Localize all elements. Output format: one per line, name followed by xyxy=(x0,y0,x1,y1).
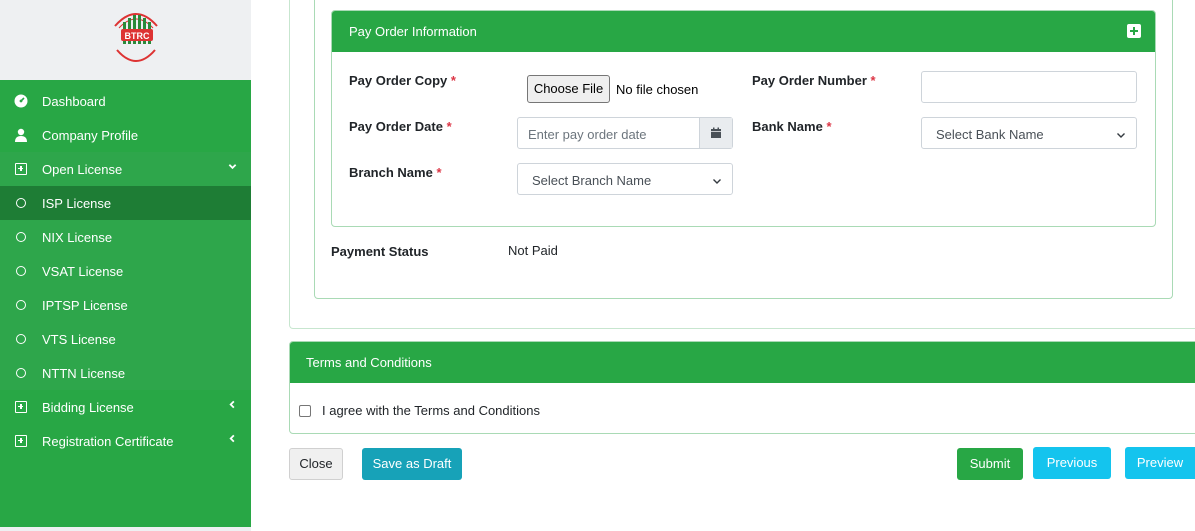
no-file-chosen-text: No file chosen xyxy=(616,82,699,97)
label-text: Pay Order Copy xyxy=(349,73,448,88)
circle-icon xyxy=(14,298,28,312)
sidebar-item-bidding-license[interactable]: Bidding License xyxy=(0,390,251,424)
sidebar-item-label: IPTSP License xyxy=(42,297,128,313)
dashboard-icon xyxy=(14,94,28,108)
preview-button[interactable]: Preview xyxy=(1125,447,1195,479)
sidebar-item-label: Company Profile xyxy=(42,127,139,143)
date-placeholder: Enter pay order date xyxy=(528,127,647,142)
pay-order-number-label: Pay Order Number * xyxy=(752,73,876,88)
label-text: Bank Name xyxy=(752,119,823,134)
plus-square-icon xyxy=(14,162,28,176)
sidebar-item-label: VSAT License xyxy=(42,263,124,279)
pay-order-header: Pay Order Information xyxy=(332,11,1155,52)
sidebar-item-label: VTS License xyxy=(42,331,116,347)
sidebar-item-label: Open License xyxy=(42,161,123,177)
label-text: Pay Order Date xyxy=(349,119,443,134)
submit-button[interactable]: Submit xyxy=(957,448,1023,480)
required-mark: * xyxy=(446,119,452,134)
plus-square-icon xyxy=(14,434,28,448)
circle-icon xyxy=(14,332,28,346)
circle-icon xyxy=(14,196,28,210)
circle-icon xyxy=(14,264,28,278)
chevron-down-icon xyxy=(712,174,722,189)
chevron-left-icon xyxy=(228,434,237,446)
sidebar-item-registration-certificate[interactable]: Registration Certificate xyxy=(0,424,251,458)
sidebar-item-label: NTTN License xyxy=(42,365,126,381)
sidebar-item-dashboard[interactable]: Dashboard xyxy=(0,84,251,118)
sidebar-item-iptsp-license[interactable]: IPTSP License xyxy=(0,288,251,322)
close-button[interactable]: Close xyxy=(289,448,343,480)
terms-header: Terms and Conditions xyxy=(290,342,1195,383)
pay-order-copy-label: Pay Order Copy * xyxy=(349,73,456,88)
sidebar-item-label: Dashboard xyxy=(42,93,106,109)
btrc-logo[interactable]: BTRC xyxy=(109,6,163,68)
circle-icon xyxy=(14,230,28,244)
pay-order-date-label: Pay Order Date * xyxy=(349,119,452,134)
circle-icon xyxy=(14,366,28,380)
plus-square-icon xyxy=(14,400,28,414)
save-as-draft-button[interactable]: Save as Draft xyxy=(362,448,462,480)
required-mark: * xyxy=(826,119,832,134)
payment-status-value: Not Paid xyxy=(508,243,558,258)
sidebar-item-vsat-license[interactable]: VSAT License xyxy=(0,254,251,288)
agree-text: I agree with the Terms and Conditions xyxy=(322,403,540,418)
payment-status-label: Payment Status xyxy=(331,244,429,259)
choose-file-button[interactable]: Choose File xyxy=(527,75,610,103)
bank-name-label: Bank Name * xyxy=(752,119,832,134)
sidebar-item-nix-license[interactable]: NIX License xyxy=(0,220,251,254)
required-mark: * xyxy=(436,165,442,180)
required-mark: * xyxy=(450,73,456,88)
sidebar-item-isp-license[interactable]: ISP License xyxy=(0,186,251,220)
previous-button[interactable]: Previous xyxy=(1033,447,1111,479)
pay-order-title: Pay Order Information xyxy=(349,24,477,39)
label-text: Pay Order Number xyxy=(752,73,867,88)
bank-name-select[interactable]: Select Bank Name xyxy=(921,117,1137,149)
chevron-down-icon xyxy=(1116,128,1126,143)
branch-name-value: Select Branch Name xyxy=(532,173,652,188)
logo-text: BTRC xyxy=(125,31,150,41)
sidebar-item-label: Bidding License xyxy=(42,399,134,415)
pay-order-number-input[interactable] xyxy=(921,71,1137,103)
label-text: Branch Name xyxy=(349,165,433,180)
chevron-left-icon xyxy=(228,400,237,412)
user-icon xyxy=(14,128,28,142)
sidebar-item-vts-license[interactable]: VTS License xyxy=(0,322,251,356)
plus-square-icon[interactable] xyxy=(1127,24,1141,38)
bank-name-value: Select Bank Name xyxy=(936,127,1044,142)
pay-order-date-input[interactable]: Enter pay order date xyxy=(517,117,733,149)
branch-name-label: Branch Name * xyxy=(349,165,442,180)
sidebar-item-label: NIX License xyxy=(42,229,113,245)
sidebar-item-label: Registration Certificate xyxy=(42,433,174,449)
logo-area: BTRC xyxy=(0,0,251,80)
sidebar-item-nttn-license[interactable]: NTTN License xyxy=(0,356,251,390)
sidebar-bottom-strip xyxy=(0,527,251,531)
chevron-down-icon xyxy=(228,162,237,174)
branch-name-select[interactable]: Select Branch Name xyxy=(517,163,733,195)
calendar-icon[interactable] xyxy=(699,118,732,148)
sidebar-item-label: ISP License xyxy=(42,195,112,211)
sidebar: BTRC Dashboard Company Profile Open Lice… xyxy=(0,0,251,531)
agree-checkbox[interactable] xyxy=(299,405,311,417)
terms-card: Terms and Conditions I agree with the Te… xyxy=(289,341,1195,434)
sidebar-item-company-profile[interactable]: Company Profile xyxy=(0,118,251,152)
sidebar-item-open-license[interactable]: Open License xyxy=(0,152,251,186)
required-mark: * xyxy=(870,73,876,88)
